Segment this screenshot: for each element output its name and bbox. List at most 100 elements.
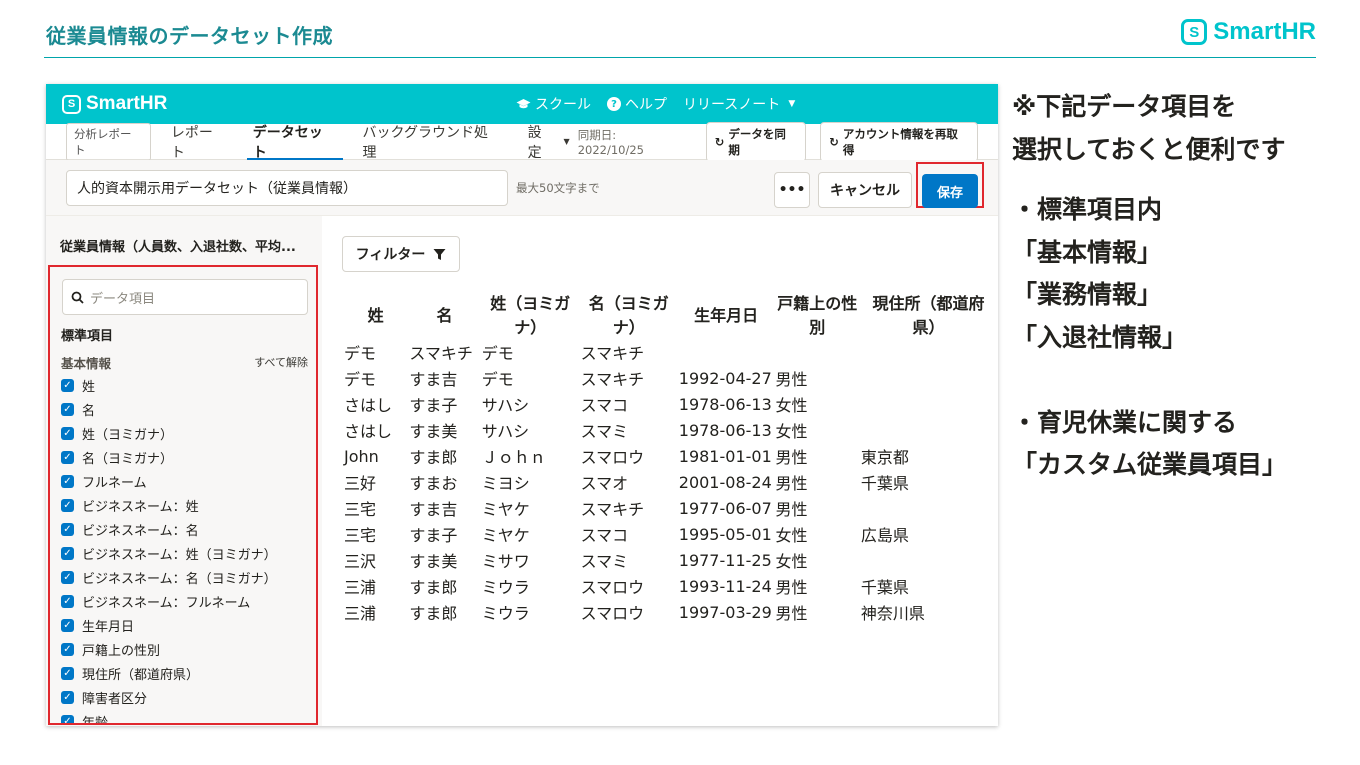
column-header: 戸籍上の性別 — [777, 294, 858, 337]
checkbox-checked-icon[interactable]: ✓ — [61, 378, 74, 392]
table-row: デモ スマキチ デモ スマキチ — [344, 340, 996, 364]
field-label: ビジネスネーム：名 — [82, 523, 199, 539]
table-row: さはし すま美 サハシ スマミ 1978-06-13 女性 — [344, 418, 996, 442]
checkbox-checked-icon[interactable]: ✓ — [61, 642, 74, 656]
field-label: 障害者区分 — [82, 691, 148, 707]
table-cell — [861, 392, 996, 416]
checkbox-checked-icon[interactable]: ✓ — [61, 690, 74, 704]
tab-bar: 分析レポート レポート データセット バックグラウンド処理 設定 ▼ 同期日: … — [46, 121, 998, 162]
column-header: 姓 — [367, 306, 384, 325]
note-line: ・育児休業に関する — [1012, 407, 1238, 437]
table-cell: スマコ — [580, 526, 629, 545]
preview-area: フィルター 姓 名 姓（ヨミガナ） 名（ヨミガナ） 生年月日 戸籍上の性別 現住所（都道府県… — [322, 216, 998, 726]
checkbox-checked-icon[interactable]: ✓ — [61, 402, 74, 416]
more-options-button[interactable]: ••• — [774, 172, 810, 208]
dataset-name-input[interactable]: 人的資本開示用データセット（従業員情報） — [66, 169, 508, 206]
tab-dataset[interactable]: データセット — [246, 124, 343, 161]
table-cell: デモ — [481, 344, 514, 363]
table-cell: スマキチ — [580, 344, 645, 363]
filter-icon — [433, 248, 446, 260]
checkbox-checked-icon[interactable]: ✓ — [61, 426, 74, 440]
checkbox-checked-icon[interactable]: ✓ — [61, 450, 74, 464]
table-cell: 男性 — [775, 448, 808, 467]
table-cell: 1993-11-24 — [678, 576, 772, 596]
cancel-button[interactable]: キャンセル — [818, 172, 912, 208]
top-links: スクール ? ヘルプ リリースノート ▼ — [516, 84, 795, 124]
sync-data-label: データを同期 — [728, 126, 786, 157]
field-label: 姓 — [82, 379, 96, 395]
clear-all-link[interactable]: すべて解除 — [254, 354, 308, 370]
checkbox-checked-icon[interactable]: ✓ — [61, 498, 74, 512]
field-search-input[interactable]: データ項目 — [62, 279, 308, 315]
tab-settings[interactable]: 設定 ▼ — [528, 124, 570, 161]
table-cell: すま郎 — [409, 448, 458, 467]
checkbox-checked-icon[interactable]: ✓ — [61, 570, 74, 584]
field-checkbox-item[interactable]: ✓ ビジネスネーム：名 — [61, 517, 277, 541]
table-row: 三好 すまお ミヨシ スマオ 2001-08-24 男性 千葉県 — [344, 470, 996, 494]
help-icon: ? — [607, 97, 621, 111]
table-cell: 男性 — [775, 578, 808, 597]
field-label: 年齢 — [82, 715, 109, 725]
field-checkbox-item[interactable]: ✓ 名（ヨミガナ） — [61, 445, 277, 469]
basic-info-heading: 基本情報 — [61, 356, 112, 371]
table-cell: すま美 — [409, 422, 458, 441]
checkbox-checked-icon[interactable]: ✓ — [61, 594, 74, 608]
checkbox-checked-icon[interactable]: ✓ — [61, 714, 74, 723]
sync-data-button[interactable]: ↻ データを同期 — [705, 121, 807, 162]
field-checkbox-item[interactable]: ✓ 現住所（都道府県） — [61, 661, 277, 685]
table-cell: 男性 — [775, 500, 808, 519]
table-cell: 女性 — [775, 526, 808, 545]
table-cell: スマキチ — [580, 500, 645, 519]
top-bar: S SmartHR スクール ? ヘルプ リリースノート ▼ — [46, 84, 998, 124]
checkbox-checked-icon[interactable]: ✓ — [61, 474, 74, 488]
tab-report[interactable]: レポート — [171, 124, 227, 161]
field-checkbox-item[interactable]: ✓ 障害者区分 — [61, 685, 277, 709]
column-header: 生年月日 — [694, 306, 759, 325]
field-checkbox-item[interactable]: ✓ ビジネスネーム：姓 — [61, 493, 277, 517]
table-cell: 2001-08-24 — [678, 472, 772, 492]
table-cell: 三浦 — [344, 604, 377, 623]
note-line: 選択しておくと便利です — [1012, 134, 1286, 164]
save-button[interactable]: 保存 — [922, 174, 978, 208]
table-cell: 三宅 — [344, 526, 377, 545]
checkbox-checked-icon[interactable]: ✓ — [61, 522, 74, 536]
school-link[interactable]: スクール — [516, 94, 591, 114]
table-cell: サハシ — [481, 396, 530, 415]
field-checkbox-item[interactable]: ✓ ビジネスネーム：姓（ヨミガナ） — [61, 541, 277, 565]
checkbox-checked-icon[interactable]: ✓ — [61, 666, 74, 680]
tab-background-jobs[interactable]: バックグラウンド処理 — [363, 124, 502, 161]
field-checkbox-item[interactable]: ✓ ビジネスネーム：名（ヨミガナ） — [61, 565, 277, 589]
table-cell: ミサワ — [481, 552, 530, 571]
note-line: ・標準項目内 — [1012, 195, 1163, 224]
help-link[interactable]: ? ヘルプ — [607, 94, 667, 114]
brand-name: SmartHR — [1213, 18, 1316, 45]
table-cell: 1981-01-01 — [678, 446, 772, 466]
table-cell: すまお — [409, 474, 458, 493]
search-placeholder: データ項目 — [90, 291, 156, 307]
filter-button[interactable]: フィルター — [342, 236, 460, 272]
table-cell: Ｊｏｈｎ — [481, 448, 546, 467]
field-checkbox-item[interactable]: ✓ 姓（ヨミガナ） — [61, 421, 277, 445]
table-cell — [861, 548, 996, 572]
reacquire-account-button[interactable]: ↻ アカウント情報を再取得 — [820, 121, 979, 162]
field-checkbox-item[interactable]: ✓ ビジネスネーム：フルネーム — [61, 589, 277, 613]
field-checkbox-item[interactable]: ✓ 生年月日 — [61, 613, 277, 637]
data-preview-table: 姓名姓（ヨミガナ） 名（ヨミガナ） 生年月日 戸籍上の性別 現住所（都道府県） デモ スマ… — [342, 288, 998, 726]
app-logo[interactable]: S SmartHR — [62, 93, 167, 115]
field-checkbox-item[interactable]: ✓ 年齢 — [61, 709, 277, 725]
analytics-report-chip[interactable]: 分析レポート — [66, 122, 151, 161]
side-note: ※下記データ項目を 選択しておくと便利です ・標準項目内 「基本情報」 「業務情報」 「入… — [1012, 86, 1287, 487]
field-label: 現住所（都道府県） — [82, 667, 200, 683]
table-cell: すま吉 — [409, 500, 458, 519]
field-checkbox-item[interactable]: ✓ 姓 — [61, 373, 277, 397]
field-checkbox-item[interactable]: ✓ フルネーム — [61, 469, 277, 493]
release-notes-link[interactable]: リリースノート ▼ — [683, 94, 795, 114]
table-cell — [776, 340, 859, 364]
checkbox-checked-icon[interactable]: ✓ — [61, 618, 74, 632]
field-checkbox-item[interactable]: ✓ 名 — [61, 397, 277, 421]
note-line: 「業務情報」 — [1012, 280, 1163, 309]
checkbox-checked-icon[interactable]: ✓ — [61, 546, 74, 560]
field-checkbox-item[interactable]: ✓ 戸籍上の性別 — [61, 637, 277, 661]
table-cell: John — [344, 446, 379, 466]
field-checklist: ✓ 姓 ✓ 名 ✓ 姓（ヨミガナ） ✓ 名（ヨミガナ） ✓ フルネーム ✓ ビジネスネーム：姓 ✓ ビジネ… — [61, 373, 277, 725]
